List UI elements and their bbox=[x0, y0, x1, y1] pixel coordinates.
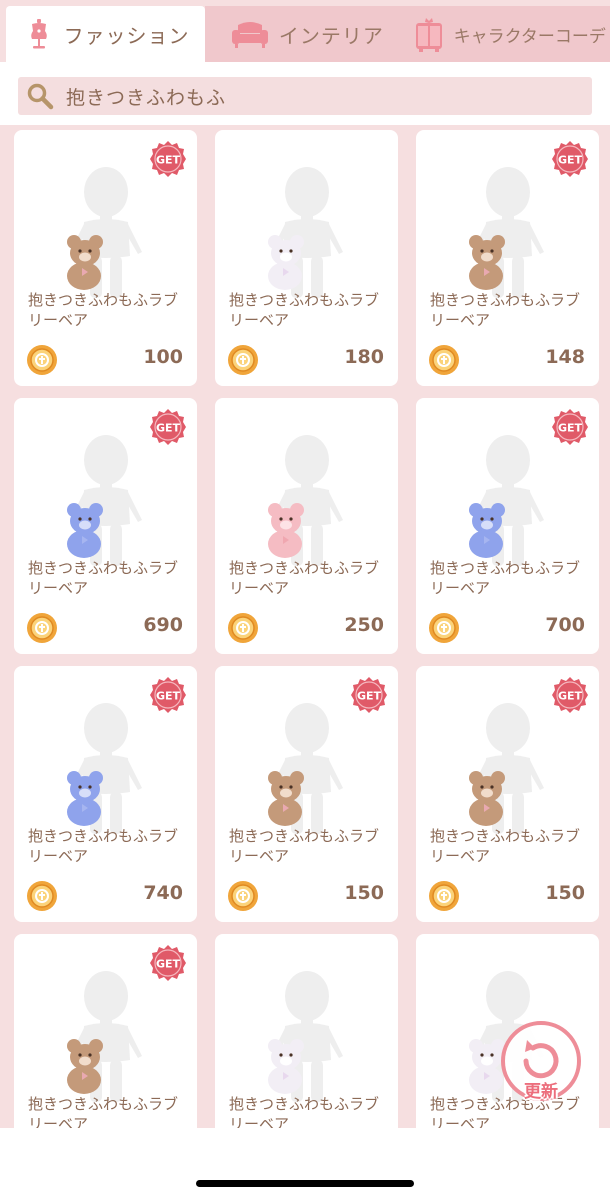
coin-icon bbox=[27, 881, 57, 911]
svg-text:GET: GET bbox=[156, 958, 181, 971]
avatar-preview bbox=[469, 435, 544, 566]
svg-text:GET: GET bbox=[156, 422, 181, 435]
item-name: 抱きつきふわもふラブリーベア bbox=[229, 291, 380, 329]
refresh-button-label[interactable]: 更新 bbox=[524, 1077, 558, 1102]
avatar-preview bbox=[469, 703, 544, 834]
svg-text:GET: GET bbox=[156, 690, 181, 703]
get-badge-icon: GET bbox=[552, 141, 588, 177]
item-name: 抱きつきふわもふラブリーベア bbox=[28, 827, 179, 865]
category-tabs: ファッション インテリア キャラクターコーデ bbox=[0, 6, 610, 62]
item-name: 抱きつきふわもふラブリーベア bbox=[229, 827, 380, 865]
svg-text:GET: GET bbox=[558, 422, 583, 435]
item-name: 抱きつきふわもふラブリーベア bbox=[229, 559, 380, 597]
avatar-preview bbox=[268, 703, 343, 834]
item-card[interactable]: GET 抱きつきふわもふラブリーベア 700 bbox=[416, 398, 599, 654]
mannequin-icon bbox=[30, 19, 47, 49]
search-area bbox=[0, 65, 610, 125]
coin-icon bbox=[228, 345, 258, 375]
coin-icon bbox=[429, 345, 459, 375]
tab-fashion-label: ファッション bbox=[63, 23, 190, 48]
coin-icon bbox=[27, 613, 57, 643]
search-input[interactable] bbox=[66, 85, 546, 107]
avatar-preview bbox=[268, 167, 343, 298]
item-name: 抱きつきふわもふラブリーベア bbox=[229, 1095, 380, 1128]
avatar-preview bbox=[268, 435, 343, 566]
item-name: 抱きつきふわもふラブリーベア bbox=[28, 1095, 179, 1128]
get-badge-icon: GET bbox=[150, 409, 186, 445]
avatar-preview bbox=[67, 971, 142, 1102]
avatar-preview bbox=[67, 167, 142, 298]
item-price: 150 bbox=[344, 882, 384, 904]
tab-character-label: キャラクターコーデ bbox=[453, 26, 606, 47]
item-card[interactable]: GET 抱きつきふわもふラブリーベア bbox=[215, 934, 398, 1128]
item-card[interactable]: GET 抱きつきふわもふラブリーベア 150 bbox=[215, 666, 398, 922]
sofa-icon bbox=[231, 22, 268, 48]
avatar-preview bbox=[67, 703, 142, 834]
app-screen: ファッション インテリア キャラクターコーデ 抱きつきふわもふ GET 抱きつき… bbox=[0, 0, 610, 1128]
tab-fashion[interactable]: ファッション bbox=[6, 6, 206, 62]
coin-icon bbox=[228, 881, 258, 911]
item-name: 抱きつきふわもふラブリーベア bbox=[430, 827, 581, 865]
item-price: 100 bbox=[143, 346, 183, 368]
tab-character-coordinate[interactable]: キャラクターコーデ bbox=[407, 6, 610, 62]
item-name: 抱きつきふわもふラブリーベア bbox=[28, 291, 179, 329]
coin-icon bbox=[429, 613, 459, 643]
get-badge-icon: GET bbox=[552, 409, 588, 445]
get-badge-icon: GET bbox=[351, 677, 387, 713]
item-card[interactable]: GET 抱きつきふわもふラブリーベア bbox=[14, 934, 197, 1128]
item-price: 740 bbox=[143, 882, 183, 904]
item-card[interactable]: GET 抱きつきふわもふラブリーベア 100 bbox=[14, 130, 197, 386]
search-bar[interactable] bbox=[18, 77, 592, 115]
item-name: 抱きつきふわもふラブリーベア bbox=[430, 559, 581, 597]
home-indicator bbox=[196, 1180, 414, 1187]
get-badge-icon: GET bbox=[150, 141, 186, 177]
item-price: 180 bbox=[344, 346, 384, 368]
item-card[interactable]: GET 抱きつきふわもふラブリーベア 740 bbox=[14, 666, 197, 922]
search-icon bbox=[27, 83, 54, 110]
svg-text:GET: GET bbox=[156, 154, 181, 167]
item-price: 148 bbox=[545, 346, 585, 368]
item-grid: GET 抱きつきふわもふラブリーベア 100 抱きつきふわもふラブリーベア 18… bbox=[14, 130, 599, 1128]
item-price: 250 bbox=[344, 614, 384, 636]
tab-interior[interactable]: インテリア bbox=[205, 6, 408, 62]
avatar-preview bbox=[268, 971, 343, 1102]
item-card[interactable]: GET 抱きつきふわもふラブリーベア 180 bbox=[215, 130, 398, 386]
item-price: 150 bbox=[545, 882, 585, 904]
item-card[interactable]: GET 抱きつきふわもふラブリーベア 250 bbox=[215, 398, 398, 654]
item-card[interactable]: GET 抱きつきふわもふラブリーベア 690 bbox=[14, 398, 197, 654]
coin-icon bbox=[228, 613, 258, 643]
item-card[interactable]: GET 抱きつきふわもふラブリーベア 148 bbox=[416, 130, 599, 386]
svg-text:GET: GET bbox=[357, 690, 382, 703]
get-badge-icon: GET bbox=[150, 945, 186, 981]
character-wardrobe-icon bbox=[415, 18, 442, 52]
item-price: 690 bbox=[143, 614, 183, 636]
avatar-preview bbox=[469, 167, 544, 298]
item-name: 抱きつきふわもふラブリーベア bbox=[430, 291, 581, 329]
svg-text:GET: GET bbox=[558, 154, 583, 167]
svg-text:GET: GET bbox=[558, 690, 583, 703]
coin-icon bbox=[429, 881, 459, 911]
item-card[interactable]: GET 抱きつきふわもふラブリーベア 150 bbox=[416, 666, 599, 922]
coin-icon bbox=[27, 345, 57, 375]
get-badge-icon: GET bbox=[150, 677, 186, 713]
avatar-preview bbox=[67, 435, 142, 566]
item-price: 700 bbox=[545, 614, 585, 636]
get-badge-icon: GET bbox=[552, 677, 588, 713]
item-name: 抱きつきふわもふラブリーベア bbox=[28, 559, 179, 597]
tab-interior-label: インテリア bbox=[278, 23, 384, 48]
